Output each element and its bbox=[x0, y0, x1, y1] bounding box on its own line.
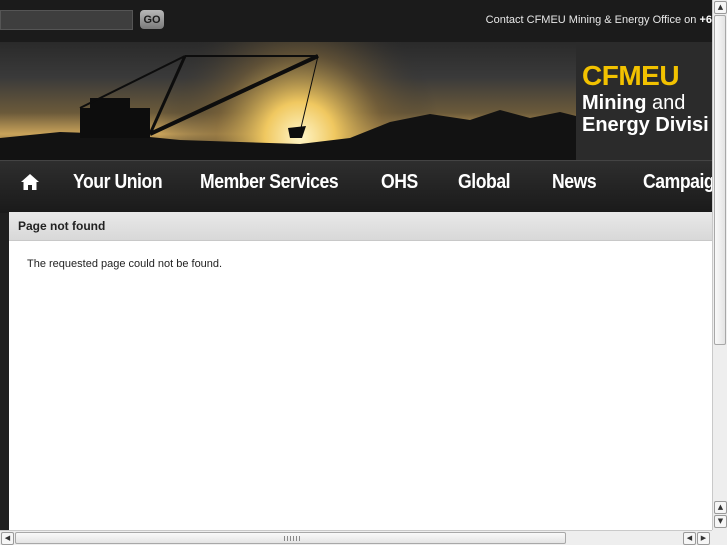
nav-member-services[interactable]: Member Services bbox=[200, 171, 339, 194]
go-button[interactable]: GO bbox=[140, 10, 164, 29]
logo-line-1: Mining and bbox=[582, 92, 685, 114]
scrollbar-corner bbox=[712, 530, 727, 545]
contact-phone: +6 bbox=[699, 14, 712, 26]
search-input[interactable] bbox=[0, 10, 133, 30]
content-panel: Page not found The requested page could … bbox=[9, 212, 712, 530]
scroll-page-up-button[interactable]: ▲ bbox=[714, 501, 727, 514]
nav-global[interactable]: Global bbox=[458, 171, 511, 194]
scroll-down-button[interactable]: ▼ bbox=[714, 515, 727, 528]
nav-your-union[interactable]: Your Union bbox=[73, 171, 163, 194]
cfmeu-logo[interactable]: CFMEU Mining and Energy Divisi bbox=[576, 42, 712, 160]
scroll-up-button[interactable]: ▲ bbox=[714, 1, 727, 14]
horizontal-scrollbar[interactable]: ◀ ◀ ▶ bbox=[0, 530, 712, 545]
header-banner: CFMEU Mining and Energy Divisi bbox=[0, 42, 712, 160]
logo-line-1-bold: Mining bbox=[582, 92, 647, 114]
contact-text: Contact CFMEU Mining & Energy Office on bbox=[485, 14, 700, 26]
scroll-left-button[interactable]: ◀ bbox=[1, 532, 14, 545]
home-icon[interactable] bbox=[20, 173, 40, 196]
browser-viewport: GO Contact CFMEU Mining & Energy Office … bbox=[0, 0, 712, 530]
logo-line-2: Energy Divisi bbox=[582, 114, 709, 136]
horizontal-scroll-thumb[interactable] bbox=[15, 532, 566, 544]
top-bar: GO Contact CFMEU Mining & Energy Office … bbox=[0, 0, 712, 42]
panel-header: Page not found bbox=[9, 212, 712, 241]
contact-info: Contact CFMEU Mining & Energy Office on … bbox=[486, 14, 712, 26]
scroll-page-left-button[interactable]: ◀ bbox=[683, 532, 696, 545]
logo-line-1-rest: and bbox=[646, 92, 686, 114]
nav-ohs[interactable]: OHS bbox=[381, 171, 418, 194]
scroll-right-button[interactable]: ▶ bbox=[697, 532, 710, 545]
main-nav: Your Union Member Services OHS Global Ne… bbox=[0, 160, 712, 213]
scroll-grip-icon bbox=[284, 536, 300, 541]
logo-main-text: CFMEU bbox=[582, 60, 680, 91]
vertical-scrollbar[interactable]: ▲ ▲ ▼ bbox=[712, 0, 727, 530]
page-title: Page not found bbox=[18, 219, 106, 233]
nav-news[interactable]: News bbox=[552, 171, 597, 194]
vertical-scroll-thumb[interactable] bbox=[714, 15, 726, 345]
error-message: The requested page could not be found. bbox=[27, 258, 223, 270]
nav-campaigns[interactable]: Campaig bbox=[643, 171, 712, 194]
